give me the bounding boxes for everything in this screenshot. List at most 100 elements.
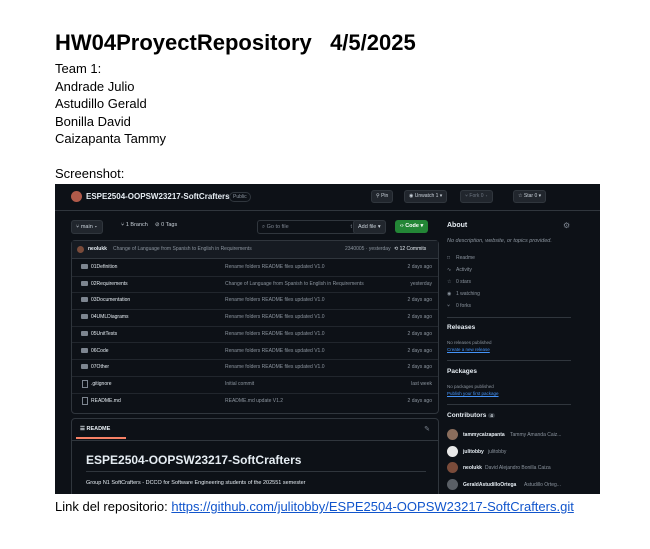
file-name[interactable]: README.md xyxy=(91,393,121,409)
folder-icon xyxy=(81,347,88,353)
file-commit-message[interactable]: Rename folders README files updated V1.0 xyxy=(225,259,325,275)
readme-heading-divider xyxy=(86,471,426,472)
file-commit-message[interactable]: Rename folders README files updated V1.0 xyxy=(225,359,325,375)
about-description: No description, website, or topics provi… xyxy=(447,238,552,244)
avatar xyxy=(447,446,458,457)
folder-icon xyxy=(81,364,88,370)
team-line: Caizapanta Tammy xyxy=(55,131,167,146)
team-line: Bonilla David xyxy=(55,113,131,129)
code-label: Code xyxy=(405,223,419,229)
fork-icon: ⑂ xyxy=(447,303,451,309)
add-file-button[interactable]: Add file ▾ xyxy=(353,220,386,234)
edit-pencil-icon[interactable]: ✎ xyxy=(424,425,430,433)
about-readme-link[interactable]: □ Readme xyxy=(447,255,475,261)
file-commit-message[interactable]: README.md update V1.2 xyxy=(225,393,283,409)
table-row[interactable]: README.md README.md update V1.2 2 days ago xyxy=(72,393,438,410)
file-date: yesterday xyxy=(410,280,432,287)
readme-divider xyxy=(72,440,438,441)
contributor-user[interactable]: neolukk xyxy=(463,465,482,471)
branches-count: 1 Branch xyxy=(125,222,148,228)
file-table: neolukk Change of Language from Spanish … xyxy=(71,240,439,414)
repository-link[interactable]: https://github.com/julitobby/ESPE2504-OO… xyxy=(171,499,573,514)
file-name[interactable]: .gitignore xyxy=(91,376,112,392)
readme-tab-label: README xyxy=(86,426,111,432)
file-commit-message[interactable]: Rename folders README files updated V1.0 xyxy=(225,343,325,359)
create-release-link[interactable]: Create a new release xyxy=(447,347,490,352)
go-to-file-input[interactable]: ⌕ Go to file t xyxy=(257,220,357,234)
contributor-user[interactable]: julitobby xyxy=(463,449,484,455)
branches-link[interactable]: ⑂ 1 Branch xyxy=(121,222,148,228)
readme-paragraph: Group N1 SoftCrafters - DCCO for Softwar… xyxy=(86,480,306,486)
file-name[interactable]: 05UnitTests xyxy=(91,326,117,342)
contributors-heading-label: Contributors xyxy=(447,412,487,419)
branch-name: main xyxy=(80,224,93,230)
table-row[interactable]: 03Documentation Rename folders README fil… xyxy=(72,292,438,311)
commits-count-label: 12 Commits xyxy=(399,246,427,252)
tags-link[interactable]: ⊘ 0 Tags xyxy=(155,222,177,228)
folder-icon xyxy=(81,280,88,286)
team-list: Team 1: Andrade Julio Astudillo Gerald B… xyxy=(55,60,166,148)
file-date: 2 days ago xyxy=(407,330,432,337)
contributor-user[interactable]: GeraldAstudilloOrtega xyxy=(463,482,516,488)
repository-link-line: Link del repositorio: https://github.com… xyxy=(55,499,574,514)
divider xyxy=(447,404,571,405)
readme-tab-underline xyxy=(76,437,126,439)
commit-author-avatar xyxy=(77,246,84,253)
file-name[interactable]: 06Code xyxy=(91,343,109,359)
sidebar: About ⚙ No description, website, or topi… xyxy=(447,184,597,494)
repo-name[interactable]: ESPE2504-OOPSW23217-SoftCrafters xyxy=(86,192,230,201)
packages-heading[interactable]: Packages xyxy=(447,368,477,375)
last-commit-row: neolukk Change of Language from Spanish … xyxy=(72,241,438,259)
table-row[interactable]: 04UMLDiagrams Rename folders README files… xyxy=(72,309,438,327)
commit-meta[interactable]: 2340005 · yesterday xyxy=(345,241,391,258)
code-button[interactable]: ‹› Code ▾ xyxy=(395,220,429,233)
unwatch-button[interactable]: ◉ Unwatch 1 ▾ xyxy=(404,190,448,203)
about-item-label: 0 forks xyxy=(456,303,472,309)
gear-icon[interactable]: ⚙ xyxy=(563,221,570,230)
file-commit-message[interactable]: Rename folders README files updated V1.0 xyxy=(225,326,325,342)
commit-message[interactable]: Change of Language from Spanish to Engli… xyxy=(113,241,252,258)
table-row[interactable]: 05UnitTests Rename folders README files u… xyxy=(72,326,438,344)
repo-owner-avatar xyxy=(71,191,82,202)
table-row[interactable]: 06Code Rename folders README files update… xyxy=(72,343,438,361)
table-row[interactable]: .gitignore Initial commit last week xyxy=(72,376,438,394)
pin-button[interactable]: ⚲ Pin xyxy=(371,190,394,203)
table-row[interactable]: 01Definition Rename folders README files … xyxy=(72,259,438,277)
commits-count[interactable]: ⟲ 12 Commits xyxy=(394,241,426,258)
publish-package-link[interactable]: Publish your first package xyxy=(447,391,499,396)
file-commit-message[interactable]: Rename folders README files updated V1.0 xyxy=(225,292,325,308)
about-activity-link[interactable]: ∿ Activity xyxy=(447,267,472,273)
search-icon: ⌕ xyxy=(262,224,266,230)
about-watching-link[interactable]: ◉ 1 watching xyxy=(447,291,480,297)
file-commit-message[interactable]: Change of Language from Spanish to Engli… xyxy=(225,276,364,292)
file-name[interactable]: 07Other xyxy=(91,359,109,375)
file-date: 2 days ago xyxy=(407,397,432,404)
folder-icon xyxy=(81,330,88,336)
contributors-heading[interactable]: Contributors 4 xyxy=(447,412,495,419)
file-name[interactable]: 04UMLDiagrams xyxy=(91,309,129,325)
about-forks-link[interactable]: ⑂ 0 forks xyxy=(447,303,471,309)
file-commit-message[interactable]: Initial commit xyxy=(225,376,254,392)
file-date: 2 days ago xyxy=(407,314,432,321)
eye-icon: ◉ xyxy=(447,291,452,297)
releases-heading[interactable]: Releases xyxy=(447,324,475,331)
file-name[interactable]: 01Definition xyxy=(91,259,117,275)
about-item-label: Readme xyxy=(456,255,475,261)
table-row[interactable]: 02Requirements Change of Language from Sp… xyxy=(72,276,438,294)
tags-count: 0 Tags xyxy=(161,222,178,228)
visibility-badge: Public xyxy=(229,192,251,202)
table-row[interactable]: 07Other Rename folders README files updat… xyxy=(72,359,438,377)
readme-panel: ☰ README ✎ ESPE2504-OOPSW23217-SoftCraft… xyxy=(71,418,439,494)
screenshot-label: Screenshot: xyxy=(55,166,125,181)
file-name[interactable]: 02Requirements xyxy=(91,276,128,292)
folder-icon xyxy=(81,264,88,269)
file-date: 2 days ago xyxy=(407,364,432,371)
file-commit-message[interactable]: Rename folders README files updated V1.0 xyxy=(225,309,325,325)
commit-author[interactable]: neolukk xyxy=(88,241,107,258)
about-item-label: 1 watching xyxy=(456,291,480,297)
about-stars-link[interactable]: ☆ 0 stars xyxy=(447,279,471,285)
contributor-user[interactable]: tammycaizapanta xyxy=(463,432,505,438)
readme-tab[interactable]: ☰ README xyxy=(80,426,110,432)
file-name[interactable]: 03Documentation xyxy=(91,292,130,308)
branch-selector[interactable]: ⑂ main ▾ xyxy=(71,220,103,234)
